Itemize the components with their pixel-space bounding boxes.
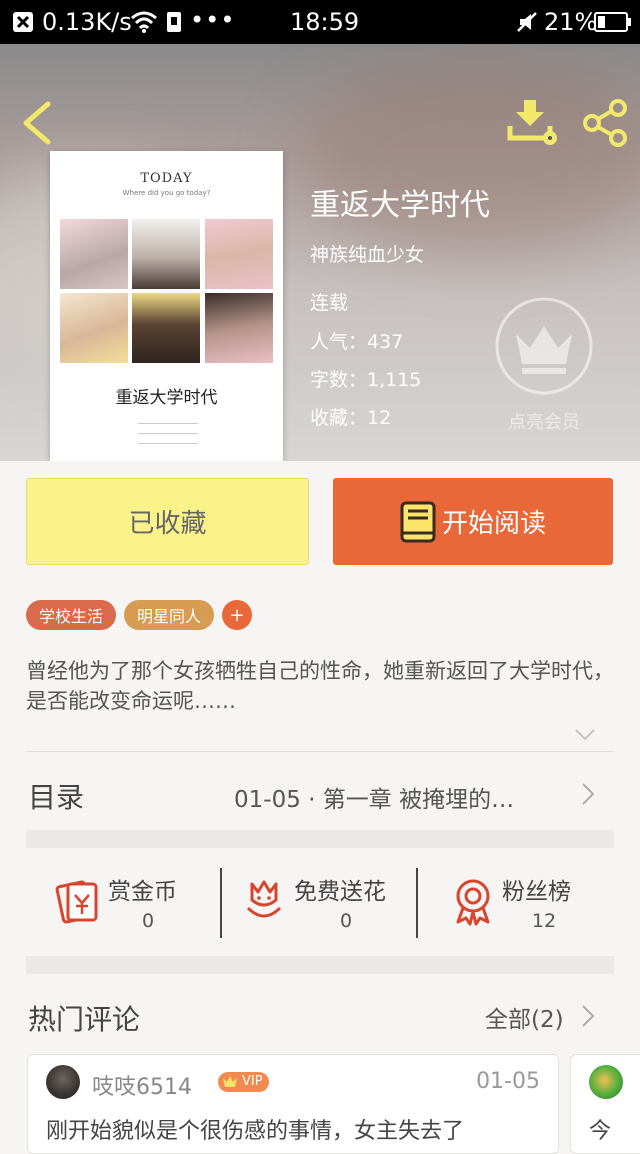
sim-icon [167, 12, 181, 32]
more-indicator: ••• [190, 6, 236, 34]
red-envelope-icon [55, 880, 98, 924]
network-speed: 0.13K/s [42, 8, 132, 36]
expand-chevron-icon[interactable] [574, 728, 596, 742]
free-flowers-label: 免费送花 [294, 879, 386, 905]
tag-star-fanfic[interactable]: 明星同人 [124, 600, 214, 630]
book-title: 重返大学时代 [310, 188, 490, 223]
book-cover[interactable]: TODAY Where did you go today? 重返大学时代 [50, 151, 283, 461]
cover-photo [132, 219, 200, 289]
blurred-background [300, 54, 640, 254]
medal-icon [456, 879, 490, 926]
avatar[interactable] [46, 1065, 80, 1099]
comment-card[interactable]: 今 [570, 1054, 640, 1154]
crown-icon[interactable] [494, 296, 594, 396]
section-separator [26, 830, 614, 848]
back-icon[interactable] [14, 98, 58, 148]
reward-coins-value: 0 [141, 910, 155, 932]
mute-icon [517, 12, 537, 32]
book-favorites: 收藏：12 [310, 407, 392, 429]
cover-photo [205, 293, 273, 363]
add-tag-button[interactable]: + [222, 600, 252, 630]
book-author[interactable]: 神族纯血少女 [310, 240, 424, 267]
cover-header: TODAY [140, 171, 193, 186]
book-description: 曾经他为了那个女孩牺牲自己的性命，她重新返回了大学时代，是否能改变命运呢…… [26, 659, 614, 713]
start-reading-button[interactable]: 开始阅读 [333, 478, 613, 565]
cover-divider [138, 423, 198, 424]
free-flowers-value: 0 [339, 910, 353, 932]
toc-latest-chapter: 01-05 · 第一章 被掩埋的… [234, 787, 515, 813]
book-icon [400, 501, 436, 542]
favorited-button[interactable]: 已收藏 [26, 478, 309, 565]
divider [26, 751, 614, 752]
book-popularity: 人气：437 [310, 331, 404, 353]
cover-photo [60, 219, 128, 289]
cover-title: 重返大学时代 [115, 388, 218, 408]
cover-divider [138, 433, 198, 434]
book-header: TODAY Where did you go today? 重返大学时代 重返大… [0, 44, 640, 461]
comment-text: 今 [589, 1119, 612, 1144]
all-comments-label: 全部(2) [485, 1007, 564, 1033]
status-bar: 0.13K/s ••• 18:59 21% [0, 0, 640, 44]
reward-coins-label: 赏金币 [108, 879, 177, 905]
cover-subheader: Where did you go today? [122, 189, 211, 197]
avatar[interactable] [589, 1065, 623, 1099]
battery-percent: 21% [544, 8, 598, 36]
hot-comments-label: 热门评论 [28, 1003, 141, 1036]
chevron-right-icon [582, 783, 595, 805]
toc-label: 目录 [28, 781, 85, 814]
comment-card[interactable]: 吱吱6514 VIP 01-05 刚开始貌似是个很伤感的事情，女主失去了 [27, 1054, 559, 1154]
battery-icon [594, 12, 631, 32]
fan-ranking-label: 粉丝榜 [502, 879, 571, 905]
book-status: 连载 [310, 292, 349, 314]
vip-badge: VIP [218, 1072, 269, 1092]
flower-icon [246, 880, 282, 918]
comment-date: 01-05 [476, 1069, 540, 1094]
notification-icon [13, 12, 33, 32]
share-icon[interactable] [580, 98, 630, 148]
vip-member-label[interactable]: 点亮会员 [494, 408, 594, 434]
fan-ranking-value: 12 [531, 910, 557, 932]
comment-text: 刚开始貌似是个很伤感的事情，女主失去了 [46, 1119, 465, 1144]
cover-photo [205, 219, 273, 289]
crown-icon [223, 1076, 237, 1087]
clock: 18:59 [290, 8, 360, 36]
cover-divider [138, 443, 198, 444]
wifi-icon [131, 11, 157, 33]
cover-photo [132, 293, 200, 363]
book-word-count: 字数：1,115 [310, 369, 422, 391]
comment-username[interactable]: 吱吱6514 [92, 1069, 192, 1101]
divider [220, 868, 222, 938]
favorited-label: 已收藏 [128, 509, 207, 539]
download-icon[interactable] [506, 98, 560, 146]
cover-photo [60, 293, 128, 363]
tag-school-life[interactable]: 学校生活 [26, 600, 116, 630]
chevron-right-icon [582, 1005, 595, 1027]
section-separator [26, 956, 614, 974]
free-flowers-button[interactable]: 免费送花 0 [226, 868, 416, 938]
start-reading-label: 开始阅读 [441, 509, 546, 539]
divider [416, 868, 418, 938]
reward-coins-button[interactable]: 赏金币 0 [26, 868, 216, 938]
fan-ranking-button[interactable]: 粉丝榜 12 [424, 868, 614, 938]
